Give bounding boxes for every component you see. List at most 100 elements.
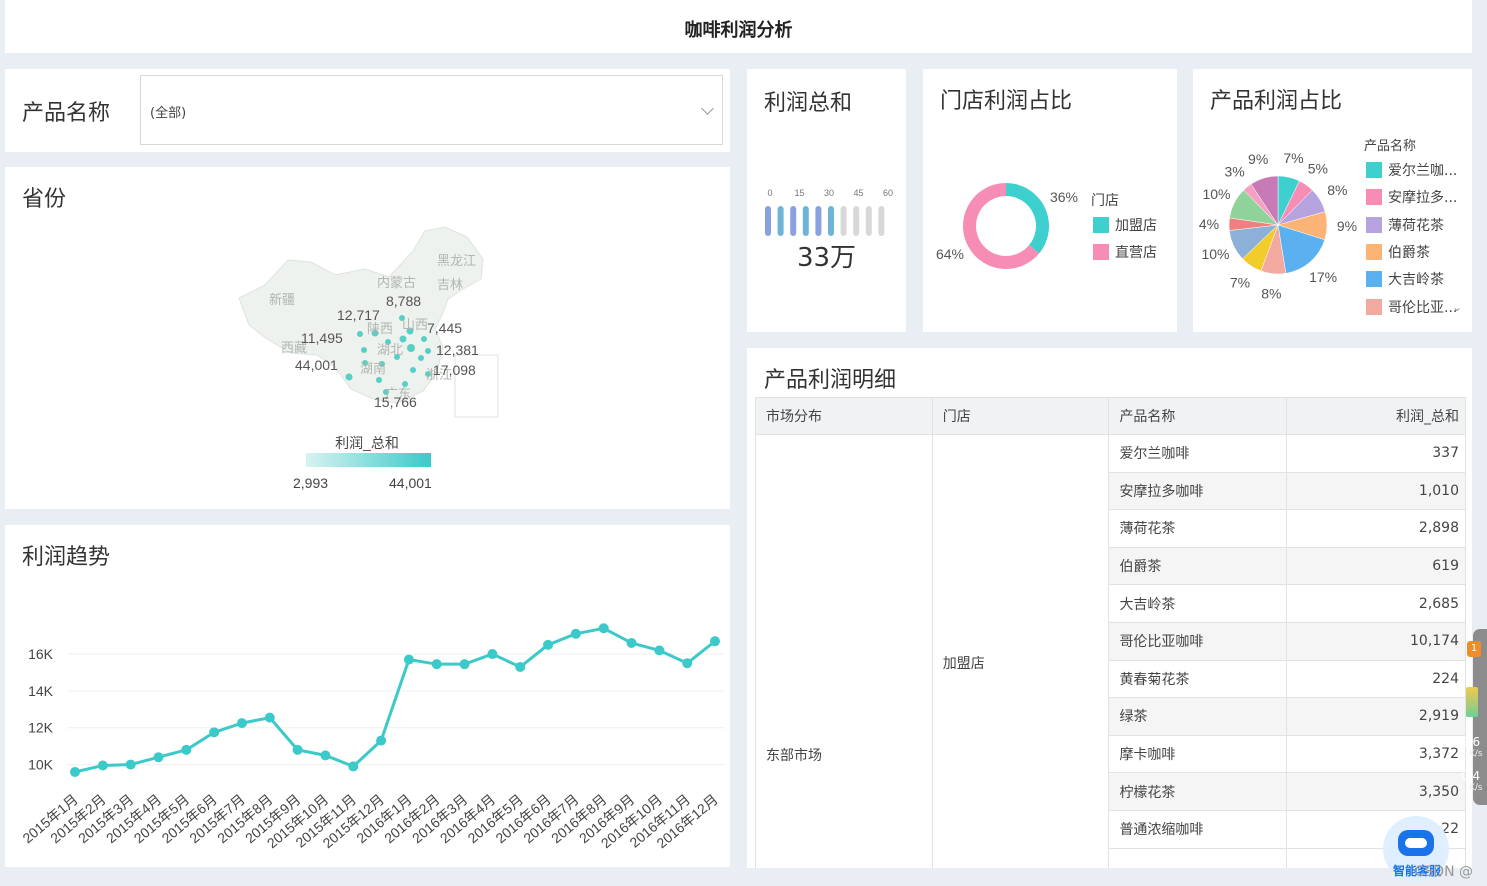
product-select[interactable]: (全部): [140, 75, 723, 145]
map-label: 黑龙江: [437, 253, 476, 268]
pie-slice-label: 10%: [1202, 186, 1230, 202]
y-tick-label: 14K: [28, 683, 54, 699]
trend-data-point[interactable]: [376, 735, 387, 746]
trend-data-point[interactable]: [264, 712, 275, 723]
profit-cell: 10,174: [1286, 621, 1466, 661]
pie-slice-label: 7%: [1283, 150, 1303, 166]
product-cell: 爱尔兰咖啡: [1108, 434, 1288, 473]
donut-slice-label: 64%: [936, 246, 964, 262]
legend-swatch: [1093, 244, 1109, 260]
profit-total-panel: 利润总和 0 15 30 45 60 33万: [747, 69, 906, 332]
product-legend-item[interactable]: 哥伦比亚...: [1366, 297, 1457, 317]
legend-swatch: [1093, 217, 1109, 233]
legend-scroll-down-icon[interactable]: ⌄: [1452, 300, 1462, 314]
gauge-bar: [840, 206, 847, 236]
donut-slice-label: 36%: [1050, 189, 1078, 205]
profit-cell: 337: [1286, 434, 1466, 473]
profit-cell: 2,919: [1286, 697, 1466, 736]
gauge-scale-label: 45: [853, 188, 863, 198]
trend-data-point[interactable]: [292, 744, 303, 755]
trend-data-point[interactable]: [209, 727, 220, 738]
upload-speed-unit: K/s: [1469, 749, 1483, 759]
map-label: 湖北: [377, 342, 403, 357]
gauge-bar: [790, 206, 797, 236]
chevron-down-icon[interactable]: [701, 102, 714, 115]
store-legend-item[interactable]: 直营店: [1093, 242, 1157, 262]
trend-data-point[interactable]: [570, 628, 581, 639]
trend-data-point[interactable]: [710, 636, 720, 647]
store-share-donut[interactable]: 36% 64%: [923, 69, 1177, 332]
trend-data-point[interactable]: [236, 718, 247, 729]
product-legend-item[interactable]: 爱尔兰咖...: [1366, 160, 1457, 180]
trend-data-point[interactable]: [153, 752, 164, 763]
product-cell: 安摩拉多咖啡: [1108, 471, 1288, 511]
province-map-panel: 省份 黑龙江 吉林 内蒙古 新疆 西藏 山西 陕西 湖北 湖南 广东 浙江 8,…: [5, 167, 730, 509]
trend-data-point[interactable]: [459, 659, 470, 670]
profit-cell: 2,898: [1286, 509, 1466, 548]
product-cell: 摩卡咖啡: [1108, 734, 1288, 774]
product-cell: 普通浓缩咖啡: [1108, 809, 1288, 849]
trend-data-point[interactable]: [320, 750, 331, 761]
trend-data-point[interactable]: [598, 623, 609, 634]
map-label: 新疆: [269, 292, 295, 307]
gauge-bar: [777, 206, 784, 236]
robot-icon: [1398, 830, 1434, 856]
product-legend-item[interactable]: 安摩拉多...: [1366, 187, 1457, 207]
trend-data-point[interactable]: [181, 744, 192, 755]
gauge-bar: [765, 206, 771, 236]
trend-series-line: [74, 626, 716, 774]
map-value-label: 12,381: [436, 342, 479, 358]
product-legend-item[interactable]: 伯爵茶: [1366, 242, 1430, 262]
profit-cell: 224: [1286, 659, 1466, 699]
legend-label: 伯爵茶: [1388, 244, 1430, 261]
trend-data-point[interactable]: [70, 766, 80, 777]
column-header-market[interactable]: 市场分布: [755, 397, 933, 435]
trend-data-point[interactable]: [515, 661, 526, 672]
map-label: 湖南: [360, 361, 386, 376]
legend-label: 哥伦比亚...: [1388, 299, 1458, 316]
product-cell: 大吉岭茶: [1108, 584, 1288, 623]
product-legend-item[interactable]: 薄荷花茶: [1366, 215, 1444, 235]
trend-data-point[interactable]: [348, 761, 359, 772]
product-cell: 黄春菊花茶: [1108, 659, 1288, 699]
profit-cell: 619: [1286, 546, 1466, 586]
network-speed-widget[interactable]: 1 2.6 K/s 0.4 K/s: [1461, 629, 1487, 805]
product-select-value: (全部): [150, 106, 187, 121]
trend-data-point[interactable]: [125, 759, 136, 770]
trend-data-point[interactable]: [487, 649, 498, 660]
trend-data-point[interactable]: [431, 659, 442, 670]
legend-label: 直营店: [1115, 245, 1157, 261]
profit-cell: 3,372: [1286, 734, 1466, 774]
legend-label: 加盟店: [1115, 218, 1157, 234]
trend-data-point[interactable]: [97, 760, 108, 771]
profit-detail-table: 市场分布 门店 产品名称 利润_总和 东部市场 加盟店 爱尔兰咖啡 337 安摩拉多咖啡…: [755, 397, 1466, 868]
dashboard-title: 咖啡利润分析: [684, 20, 793, 41]
trend-data-point[interactable]: [626, 638, 637, 648]
legend-swatch: [1366, 162, 1382, 178]
china-map[interactable]: 黑龙江 吉林 内蒙古 新疆 西藏 山西 陕西 湖北 湖南 广东 浙江 8,788…: [5, 167, 730, 509]
kpi-value: 33万: [796, 243, 857, 273]
upload-speed: 2.6: [1461, 735, 1481, 749]
detail-title: 产品利润明细: [764, 368, 897, 393]
trend-data-point[interactable]: [543, 639, 554, 650]
kpi-gauge: 0 15 30 45 60: [765, 188, 893, 236]
column-header-product[interactable]: 产品名称: [1108, 397, 1288, 435]
gauge-scale-label: 30: [824, 188, 834, 198]
legend-swatch: [1366, 243, 1382, 260]
product-filter-panel: 产品名称 (全部): [5, 69, 730, 152]
store-legend-item[interactable]: 加盟店: [1093, 215, 1157, 235]
map-value-label: 7,445: [427, 320, 462, 336]
donut-slice[interactable]: [1006, 183, 1049, 254]
gauge-scale-label: 0: [767, 188, 772, 198]
trend-data-point[interactable]: [682, 658, 693, 669]
product-cell: 薄荷花茶: [1108, 509, 1288, 548]
trend-line-chart[interactable]: 16K14K12K10K2015年1月2015年2月2015年3月2015年4月…: [5, 525, 730, 867]
product-legend-title: 产品名称: [1364, 139, 1417, 154]
legend-label: 大吉岭茶: [1388, 272, 1444, 289]
trend-data-point[interactable]: [654, 645, 665, 656]
column-header-profit[interactable]: 利润_总和: [1286, 397, 1466, 435]
product-legend-item[interactable]: 大吉岭茶: [1366, 269, 1444, 289]
trend-data-point[interactable]: [403, 654, 414, 665]
column-header-store[interactable]: 门店: [931, 397, 1110, 435]
table-row[interactable]: 东部市场 加盟店 爱尔兰咖啡 337: [755, 433, 1466, 868]
